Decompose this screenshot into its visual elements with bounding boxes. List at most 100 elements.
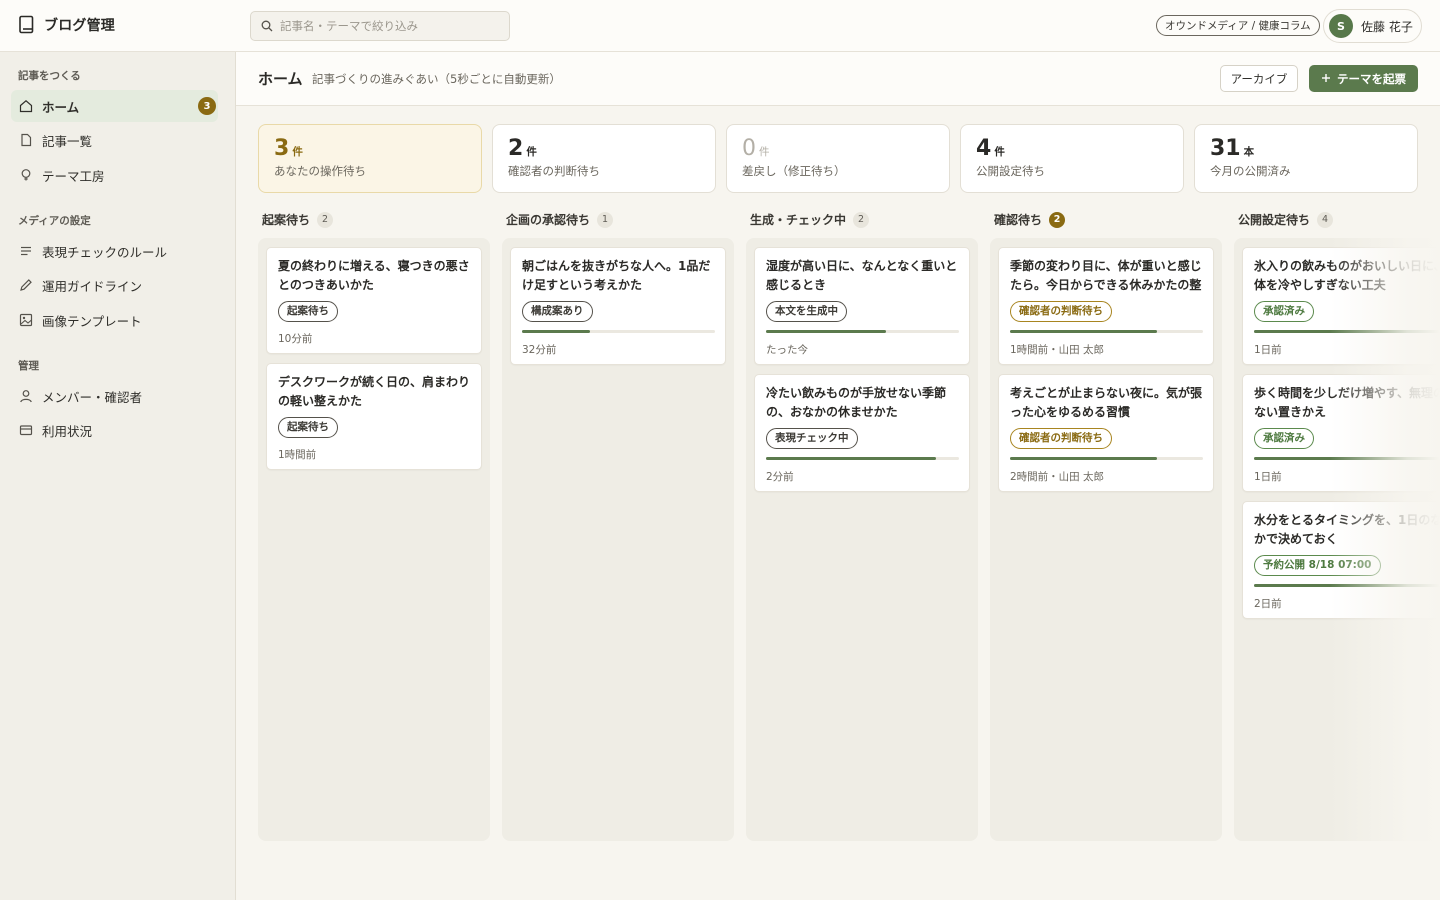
search-input[interactable] <box>280 19 500 33</box>
user-menu[interactable]: S 佐藤 花子 <box>1323 9 1422 43</box>
image-icon <box>19 313 33 327</box>
progress-bar <box>1254 330 1440 333</box>
stat-value: 4 <box>976 136 992 161</box>
progress-bar <box>1254 584 1440 587</box>
stat-card-reviewer[interactable]: 2件 確認者の判断待ち <box>492 124 716 193</box>
article-card[interactable]: 考えごとが止まらない夜に。気が張った心をゆるめる習慣 確認者の判断待ち 2時間前… <box>998 374 1214 492</box>
column-count: 2 <box>853 211 870 228</box>
list-icon <box>19 244 33 258</box>
column-title: 企画の承認待ち <box>506 213 591 227</box>
column-publish-settings: 氷入りの飲みものがおいしい日に、体を冷やしすぎない工夫 承認済み 1日前 歩く時… <box>1234 238 1440 841</box>
stat-unit: 件 <box>292 146 303 158</box>
stat-label: 公開設定待ち <box>976 164 1045 178</box>
sidebar-section-label: 管理 <box>18 360 39 372</box>
card-time: 2日前 <box>1254 598 1282 610</box>
stat-unit: 本 <box>1243 146 1255 158</box>
sidebar-item-usage[interactable]: 利用状況 <box>11 414 218 446</box>
sidebar-item-expression-rules[interactable]: 表現チェックのルール <box>11 235 218 267</box>
column-header: 確認待ち 2 <box>994 211 1066 228</box>
sidebar-item-label: 利用状況 <box>42 423 93 439</box>
article-card[interactable]: 歩く時間を少しだけ増やす、無理のない置きかえ 承認済み 1日前 <box>1242 374 1440 492</box>
new-theme-button[interactable]: テーマを起票 <box>1309 65 1418 92</box>
card-title: 考えごとが止まらない夜に。気が張った心をゆるめる習慣 <box>1010 386 1202 419</box>
home-icon <box>19 99 33 113</box>
column-title: 確認待ち <box>994 213 1043 227</box>
stat-unit: 件 <box>994 146 1005 158</box>
stat-card-publish-settings[interactable]: 4件 公開設定待ち <box>960 124 1184 193</box>
column-count: 1 <box>597 211 614 228</box>
card-title: 歩く時間を少しだけ増やす、無理のない置きかえ <box>1254 386 1440 419</box>
stat-card-my-action[interactable]: 3件 あなたの操作待ち <box>258 124 482 193</box>
stat-value: 3 <box>274 136 290 161</box>
column-count: 2 <box>317 211 334 228</box>
progress-bar <box>1254 457 1440 460</box>
column-count: 2 <box>1049 211 1066 228</box>
card-title: 水分をとるタイミングを、1日のなかで決めておく <box>1254 513 1440 546</box>
card-title: 湿度が高い日に、なんとなく重いと感じるとき <box>766 259 958 292</box>
article-card[interactable]: 夏の終わりに増える、寝つきの悪さとのつきあいかた 起案待ち 10分前 <box>266 247 482 354</box>
stat-value: 31 <box>1210 136 1241 161</box>
article-card[interactable]: 氷入りの飲みものがおいしい日に、体を冷やしすぎない工夫 承認済み 1日前 <box>1242 247 1440 365</box>
archive-button[interactable]: アーカイブ <box>1220 65 1298 92</box>
card-title: 冷たい飲みものが手放せない季節の、おなかの休ませかた <box>766 386 947 419</box>
brand[interactable]: ブログ管理 <box>18 15 115 35</box>
progress-fill <box>522 330 590 333</box>
stat-unit: 件 <box>759 146 770 158</box>
column-header: 起案待ち 2 <box>262 211 334 228</box>
status-tag: 承認済み <box>1254 428 1314 449</box>
column-count: 4 <box>1317 211 1334 228</box>
status-tag: 確認者の判断待ち <box>1010 301 1112 322</box>
sidebar-item-articles[interactable]: 記事一覧 <box>11 124 218 156</box>
progress-fill <box>1010 330 1157 333</box>
stat-card-returned[interactable]: 0件 差戻し（修正待ち） <box>726 124 950 193</box>
article-card[interactable]: 朝ごはんを抜きがちな人へ。1品だけ足すという考えかた 構成案あり 32分前 <box>510 247 726 365</box>
sidebar-item-label: 記事一覧 <box>42 133 93 149</box>
plus-icon <box>1321 72 1331 86</box>
article-card[interactable]: デスクワークが続く日の、肩まわりの軽い整えかた 起案待ち 1時間前 <box>266 363 482 470</box>
article-card[interactable]: 水分をとるタイミングを、1日のなかで決めておく 予約公開 8/18 07:00 … <box>1242 501 1440 619</box>
sidebar-item-label: テーマ工房 <box>42 168 105 184</box>
stat-value: 2 <box>508 136 524 161</box>
status-tag: 起案待ち <box>278 417 338 438</box>
search-box[interactable] <box>250 11 510 41</box>
card-time: 1日前 <box>1254 344 1282 356</box>
media-selector[interactable]: オウンドメディア / 健康コラム <box>1156 15 1320 36</box>
column-plan-approval: 朝ごはんを抜きがちな人へ。1品だけ足すという考えかた 構成案あり 32分前 <box>502 238 734 841</box>
notification-badge: 3 <box>198 97 216 115</box>
page-subtitle: 記事づくりの進みぐあい（5秒ごとに自動更新） <box>312 72 561 86</box>
card-time: 1日前 <box>1254 471 1282 483</box>
sidebar-item-theme-studio[interactable]: テーマ工房 <box>11 159 218 191</box>
sidebar-section-label: メディアの設定 <box>18 215 91 227</box>
stat-card-published[interactable]: 31 本 今月の公開済み <box>1194 124 1418 193</box>
sidebar-item-guidelines[interactable]: 運用ガイドライン <box>11 269 218 301</box>
sidebar-item-label: 画像テンプレート <box>42 313 142 329</box>
user-icon <box>19 389 33 403</box>
card-title: 夏の終わりに増える、寝つきの悪さとのつきあいかた <box>278 259 470 292</box>
column-title: 公開設定待ち <box>1238 213 1311 227</box>
status-tag: 表現チェック中 <box>766 428 858 449</box>
stat-label: 確認者の判断待ち <box>508 164 600 178</box>
article-card[interactable]: 冷たい飲みものが手放せない季節の、おなかの休ませかた 表現チェック中 2分前 <box>754 374 970 492</box>
article-card[interactable]: 季節の変わり目に、体が重いと感じたら。今日からできる休みかたの整え… 確認者の判… <box>998 247 1214 365</box>
progress-fill <box>1254 457 1440 460</box>
sidebar-item-image-templates[interactable]: 画像テンプレート <box>11 304 218 336</box>
column-title: 起案待ち <box>262 213 311 227</box>
stat-unit: 件 <box>526 146 537 158</box>
column-header: 公開設定待ち 4 <box>1238 211 1334 228</box>
sidebar-item-members[interactable]: メンバー・確認者 <box>11 380 218 412</box>
sidebar-item-home[interactable]: ホーム 3 <box>11 90 218 122</box>
status-tag: 確認者の判断待ち <box>1010 428 1112 449</box>
status-tag: 本文を生成中 <box>766 301 847 322</box>
sidebar: 記事をつくる ホーム 3 記事一覧 テーマ工房 メディアの設定 表現チェックのル… <box>0 52 236 900</box>
avatar: S <box>1329 14 1353 38</box>
card-time: 1時間前・山田 太郎 <box>1010 344 1105 356</box>
search-icon <box>261 17 273 36</box>
column-title: 生成・チェック中 <box>750 213 847 227</box>
stat-value: 0 <box>742 136 756 161</box>
progress-bar <box>1010 330 1203 333</box>
app-title: ブログ管理 <box>44 18 115 34</box>
article-card[interactable]: 湿度が高い日に、なんとなく重いと感じるとき 本文を生成中 たった今 <box>754 247 970 365</box>
card-title: デスクワークが続く日の、肩まわりの軽い整えかた <box>278 375 470 408</box>
progress-fill <box>1254 584 1440 587</box>
card-title: 季節の変わり目に、体が重いと感じたら。今日からできる休みかたの整え… <box>1010 259 1202 292</box>
